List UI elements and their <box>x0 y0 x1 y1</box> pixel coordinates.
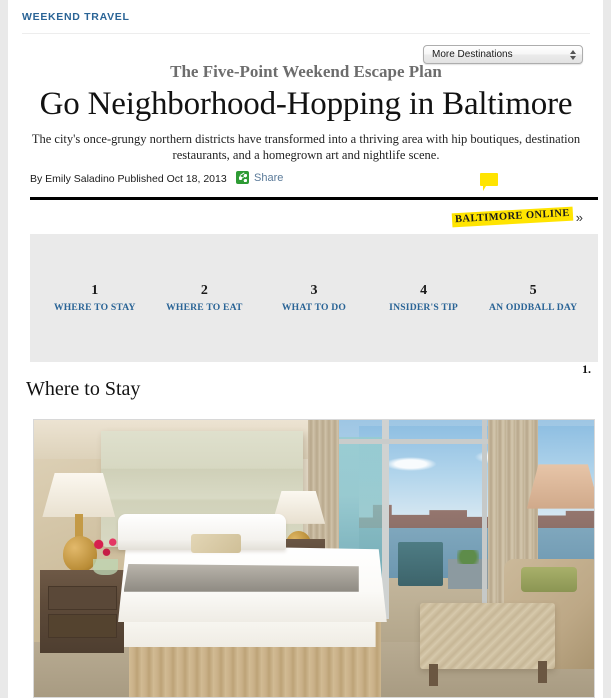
double-chevron-right-icon: » <box>575 209 583 225</box>
nav-item-number: 4 <box>420 283 428 298</box>
nav-item-number: 5 <box>529 283 537 298</box>
share-button[interactable]: Share <box>236 171 283 184</box>
byline: By Emily Saladino Published Oct 18, 2013 <box>30 173 227 185</box>
kicker-divider <box>22 33 590 34</box>
stepper-arrows-icon <box>567 47 578 62</box>
five-point-nav: 1 WHERE TO STAY 2 WHERE TO EAT 3 WHAT TO… <box>30 234 598 362</box>
page-root: WEEKEND TRAVEL More Destinations The Fiv… <box>0 0 611 698</box>
nav-item-label: WHERE TO EAT <box>166 302 243 313</box>
byline-row: By Emily Saladino Published Oct 18, 2013… <box>30 171 590 191</box>
nav-item-number: 3 <box>310 283 318 298</box>
nav-item-label: WHERE TO STAY <box>53 302 136 313</box>
share-label: Share <box>254 171 284 184</box>
hotel-room-photo <box>33 419 595 698</box>
comment-bubble-icon[interactable] <box>480 173 498 191</box>
nav-item-an-oddball-day[interactable]: 5 AN ODDBALL DAY <box>478 283 588 313</box>
more-destinations-select-value: More Destinations <box>432 49 513 60</box>
series-title: The Five-Point Weekend Escape Plan <box>170 62 442 81</box>
nav-item-where-to-stay[interactable]: 1 WHERE TO STAY <box>40 283 150 313</box>
nav-item-number: 2 <box>200 283 208 298</box>
nav-item-label: WHAT TO DO <box>281 302 347 313</box>
section-kicker[interactable]: WEEKEND TRAVEL <box>22 11 130 23</box>
header-rule <box>30 197 598 200</box>
nav-item-what-to-do[interactable]: 3 WHAT TO DO <box>259 283 369 313</box>
share-icon <box>236 171 249 184</box>
page-title: Go Neighborhood-Hopping in Baltimore <box>39 86 573 122</box>
baltimore-online-link[interactable]: BALTIMORE ONLINE » <box>451 206 583 228</box>
section-number: 1. <box>582 362 591 376</box>
nav-item-number: 1 <box>91 283 99 298</box>
article-card: WEEKEND TRAVEL More Destinations The Fiv… <box>8 0 603 698</box>
baltimore-online-label: BALTIMORE ONLINE <box>451 206 574 228</box>
nav-item-where-to-eat[interactable]: 2 WHERE TO EAT <box>150 283 260 313</box>
nav-item-label: INSIDER'S TIP <box>389 302 458 313</box>
nav-item-label: AN ODDBALL DAY <box>489 302 578 313</box>
section-heading: Where to Stay <box>26 378 141 400</box>
article-deck: The city's once-grungy northern district… <box>31 132 581 162</box>
nav-item-insiders-tip[interactable]: 4 INSIDER'S TIP <box>369 283 479 313</box>
